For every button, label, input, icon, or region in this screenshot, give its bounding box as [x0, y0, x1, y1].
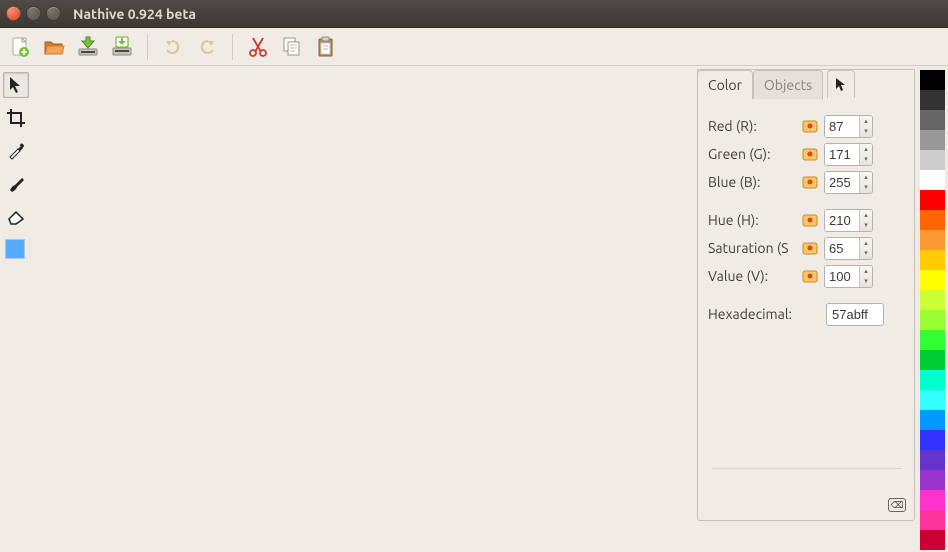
blue-label: Blue (B): — [708, 174, 800, 190]
brush-icon — [7, 175, 25, 193]
current-color-swatch[interactable] — [5, 239, 25, 259]
saturation-picker-icon[interactable] — [800, 238, 820, 258]
pointer-tool[interactable] — [3, 72, 29, 98]
color-picker-tool[interactable] — [3, 138, 29, 164]
clear-button[interactable]: ⌫ — [888, 498, 906, 512]
hex-input[interactable] — [826, 303, 884, 326]
redo-button[interactable] — [192, 32, 222, 62]
swatch-18[interactable] — [920, 430, 945, 450]
main-toolbar — [0, 28, 948, 66]
save-as-button[interactable] — [107, 32, 137, 62]
swatch-15[interactable] — [920, 370, 945, 390]
hex-label: Hexadecimal: — [708, 306, 826, 322]
swatch-column — [920, 70, 945, 550]
eraser-icon — [6, 209, 26, 225]
copy-button[interactable] — [277, 32, 307, 62]
paste-button[interactable] — [311, 32, 341, 62]
pointer-icon — [8, 76, 24, 94]
green-label: Green (G): — [708, 146, 800, 162]
save-file-button[interactable] — [73, 32, 103, 62]
spin-down-icon[interactable]: ▾ — [860, 126, 872, 137]
swatch-5[interactable] — [920, 170, 945, 190]
value-picker-icon[interactable] — [800, 266, 820, 286]
red-picker-icon[interactable] — [800, 116, 820, 136]
swatch-19[interactable] — [920, 450, 945, 470]
swatch-0[interactable] — [920, 70, 945, 90]
swatch-13[interactable] — [920, 330, 945, 350]
value-input[interactable]: ▴▾ — [824, 265, 873, 288]
hue-picker-icon[interactable] — [800, 210, 820, 230]
hue-input[interactable]: ▴▾ — [824, 209, 873, 232]
backspace-icon: ⌫ — [891, 500, 904, 511]
blue-input[interactable]: ▴▾ — [824, 171, 873, 194]
window-maximize-button[interactable] — [46, 6, 61, 21]
tab-pointer-button[interactable] — [827, 70, 855, 98]
blue-picker-icon[interactable] — [800, 172, 820, 192]
red-input[interactable]: ▴▾ — [824, 115, 873, 138]
undo-button[interactable] — [158, 32, 188, 62]
swatch-9[interactable] — [920, 250, 945, 270]
swatch-7[interactable] — [920, 210, 945, 230]
swatch-11[interactable] — [920, 290, 945, 310]
crop-tool[interactable] — [3, 105, 29, 131]
panel-divider — [712, 468, 902, 469]
panel-tabs: Color Objects — [697, 69, 913, 99]
window-close-button[interactable] — [6, 6, 21, 21]
cut-button[interactable] — [243, 32, 273, 62]
new-file-button[interactable] — [5, 32, 35, 62]
color-picker-icon — [7, 142, 25, 160]
titlebar: Nathive 0.924 beta — [0, 0, 948, 28]
swatch-3[interactable] — [920, 130, 945, 150]
red-label: Red (R): — [708, 118, 800, 134]
swatch-17[interactable] — [920, 410, 945, 430]
open-file-button[interactable] — [39, 32, 69, 62]
crop-icon — [7, 109, 25, 127]
swatch-10[interactable] — [920, 270, 945, 290]
swatch-23[interactable] — [920, 530, 945, 550]
green-picker-icon[interactable] — [800, 144, 820, 164]
swatch-2[interactable] — [920, 110, 945, 130]
tab-color[interactable]: Color — [697, 70, 753, 99]
tool-palette — [3, 72, 31, 259]
green-input[interactable]: ▴▾ — [824, 143, 873, 166]
pointer-icon — [835, 78, 847, 92]
saturation-input[interactable]: ▴▾ — [824, 237, 873, 260]
tab-objects[interactable]: Objects — [753, 70, 823, 99]
swatch-6[interactable] — [920, 190, 945, 210]
window-title: Nathive 0.924 beta — [73, 6, 196, 22]
swatch-21[interactable] — [920, 490, 945, 510]
swatch-22[interactable] — [920, 510, 945, 530]
saturation-label: Saturation (S — [708, 240, 800, 256]
swatch-14[interactable] — [920, 350, 945, 370]
swatch-20[interactable] — [920, 470, 945, 490]
hue-label: Hue (H): — [708, 212, 800, 228]
window-minimize-button[interactable] — [26, 6, 41, 21]
swatch-8[interactable] — [920, 230, 945, 250]
swatch-4[interactable] — [920, 150, 945, 170]
properties-panel: Color Objects Red (R): ▴▾ Green (G): ▴▾ … — [697, 69, 915, 521]
swatch-1[interactable] — [920, 90, 945, 110]
swatch-16[interactable] — [920, 390, 945, 410]
value-label: Value (V): — [708, 268, 800, 284]
swatch-12[interactable] — [920, 310, 945, 330]
brush-tool[interactable] — [3, 171, 29, 197]
spin-up-icon[interactable]: ▴ — [860, 116, 872, 127]
eraser-tool[interactable] — [3, 204, 29, 230]
